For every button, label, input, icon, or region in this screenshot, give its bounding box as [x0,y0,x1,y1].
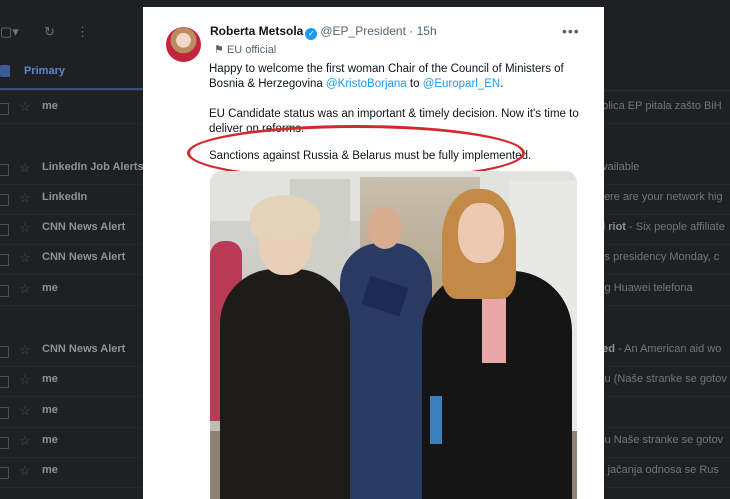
email-sender: LinkedIn [42,191,88,203]
email-snippet: blu Naše stranke se gotov [596,434,724,446]
photo-woman-left-hair [250,195,320,239]
tweet-time[interactable]: · 15h [409,24,436,38]
row-checkbox[interactable] [0,467,9,479]
email-sender: me [42,282,58,294]
email-snippet: blu (Naše stranke se gotov [596,373,727,385]
photo-man-head [368,207,402,249]
refresh-icon[interactable]: ↻ [44,24,55,40]
flag-icon: ⚑ [214,44,224,56]
select-all-checkbox[interactable]: ▢▾ [0,24,19,40]
email-snippet: ih jačanja odnosa se Rus [596,464,719,476]
email-snippet: al riot - Six people affiliate [596,221,725,233]
tweet-text: Bosnia & Herzegovina [209,78,326,90]
email-sender: me [42,373,58,385]
email-sender: LinkedIn Job Alerts [42,161,144,173]
verified-badge-icon: ✓ [305,28,318,40]
star-icon[interactable]: ☆ [19,433,31,449]
email-snippet: Here are your network hig [596,191,723,203]
tweet-text-line: Happy to welcome the first woman Chair o… [209,63,564,75]
email-sender: me [42,404,58,416]
more-vertical-icon[interactable]: ⋮ [76,24,89,40]
tweet-header: Roberta Metsola ✓ @EP_President · 15h [210,24,437,40]
affiliation-text: EU official [226,44,277,56]
email-sender: CNN News Alert [42,343,126,355]
row-checkbox[interactable] [0,285,9,297]
row-checkbox[interactable] [0,164,9,176]
tweet-text-line: Bosnia & Herzegovina @KristoBorjana to @… [209,77,503,92]
email-snippet: his presidency Monday, c [596,251,720,263]
email-snippet: log Huawei telefona [596,282,693,294]
email-preview: - An American aid wo [614,343,722,355]
star-icon[interactable]: ☆ [19,403,31,419]
author-name[interactable]: Roberta Metsola [210,24,303,38]
row-checkbox[interactable] [0,437,9,449]
photo-woman-left-jacket [220,269,350,499]
star-icon[interactable]: ☆ [19,99,31,115]
star-icon[interactable]: ☆ [19,160,31,176]
tweet-text: to [406,78,423,90]
star-icon[interactable]: ☆ [19,372,31,388]
email-sender: me [42,434,58,446]
author-avatar[interactable] [166,27,201,62]
email-sender: CNN News Alert [42,251,126,263]
email-sender: me [42,100,58,112]
tweet-text-line: EU Candidate status was an important & t… [209,108,579,120]
more-horizontal-icon[interactable]: ••• [562,23,580,39]
star-icon[interactable]: ☆ [19,463,31,479]
row-checkbox[interactable] [0,103,9,115]
row-checkbox[interactable] [0,224,9,236]
photo-folder-blue [430,396,442,444]
email-preview: - Six people affiliate [625,221,725,233]
photo-woman-right-head [458,203,504,263]
star-icon[interactable]: ☆ [19,281,31,297]
star-icon[interactable]: ☆ [19,220,31,236]
mention-link[interactable]: @Europarl_EN [423,78,501,90]
row-checkbox[interactable] [0,346,9,358]
row-checkbox[interactable] [0,194,9,206]
mention-link[interactable]: @KristoBorjana [326,78,407,90]
email-snippet: eed - An American aid wo [596,343,721,355]
tab-primary[interactable]: Primary [0,58,150,90]
email-sender: CNN News Alert [42,221,126,233]
tweet-card[interactable]: Roberta Metsola ✓ @EP_President · 15h ••• … [143,7,604,499]
email-sender: me [42,464,58,476]
author-handle[interactable]: @EP_President [320,24,406,38]
row-checkbox[interactable] [0,376,9,388]
star-icon[interactable]: ☆ [19,342,31,358]
row-checkbox[interactable] [0,407,9,419]
tweet-text: . [500,78,504,90]
inbox-icon [0,65,10,77]
star-icon[interactable]: ☆ [19,190,31,206]
star-icon[interactable]: ☆ [19,250,31,266]
row-checkbox[interactable] [0,254,9,266]
email-snippet: ablica EP pitala zašto BiH [596,100,722,112]
tab-primary-label: Primary [24,65,65,77]
tweet-photo[interactable] [210,171,577,499]
affiliation-label: ⚑ EU official [214,43,276,56]
